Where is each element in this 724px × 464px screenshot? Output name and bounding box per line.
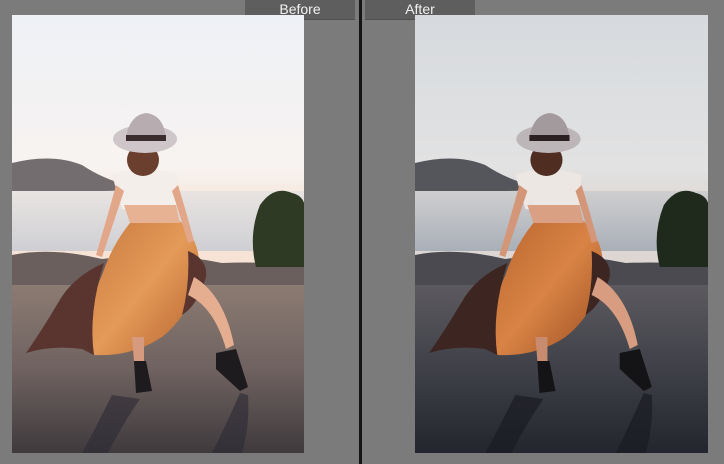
after-photo <box>415 15 708 453</box>
before-pane: Before <box>0 0 359 464</box>
after-photo-image <box>415 15 708 453</box>
before-photo <box>12 15 304 453</box>
before-photo-image <box>12 15 304 453</box>
after-pane: After <box>362 0 724 464</box>
